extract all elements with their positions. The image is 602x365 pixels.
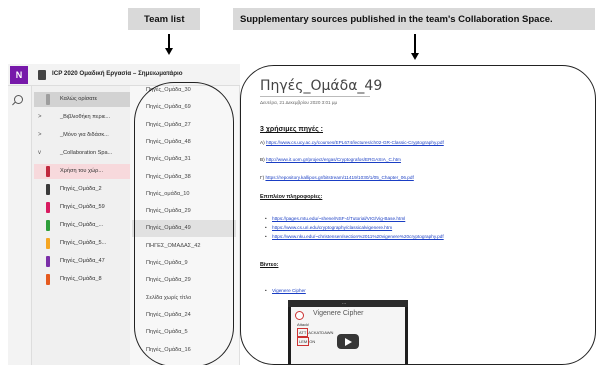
extra-link[interactable]: https://www.nku.edu/~christensen/section… <box>265 234 444 239</box>
page-item[interactable]: Πηγές_Ομάδα_16 <box>132 342 236 359</box>
page-item[interactable]: Πηγές_Ομάδα_5 <box>132 324 236 341</box>
page-item[interactable]: Πηγές_Ομάδα_30 <box>132 82 236 99</box>
section-label: Πηγές_Ομάδα_59 <box>60 204 105 210</box>
page-item[interactable]: Πηγές_Ομάδα_27 <box>132 117 236 134</box>
video-heading: Βίντεο: <box>260 262 279 268</box>
expand-chevron-icon[interactable]: v <box>38 146 41 161</box>
section-item[interactable]: > _Βιβλιοθήκη περιε... <box>34 110 130 125</box>
team-list-arrow-head <box>165 48 173 55</box>
video-link[interactable]: Vigenere Cipher <box>265 288 306 293</box>
section-item[interactable]: Πηγές_Ομάδα_2 <box>34 182 130 197</box>
page-item[interactable]: Πηγές_Ομάδα_48 <box>132 134 236 151</box>
search-icon[interactable] <box>14 95 23 104</box>
onenote-logo-icon[interactable]: N <box>10 66 28 84</box>
page-item[interactable]: Πηγές_Ομάδα_24 <box>132 307 236 324</box>
section-color-tab <box>46 220 50 231</box>
channel-logo-icon <box>295 311 304 320</box>
video-toolbar: ... <box>288 300 408 307</box>
section-color-tab <box>46 238 50 249</box>
section-label: _Collaboration Spa... <box>60 150 113 156</box>
page-item[interactable]: ΠΗΓΕΣ_ΟΜΑΔΑΣ_42 <box>132 238 236 255</box>
supplementary-annotation: Supplementary sources published in the t… <box>240 14 553 25</box>
video-title: Vigenere Cipher <box>313 310 364 317</box>
extra-info-heading: Επιπλέον πληροφορίες: <box>260 194 323 200</box>
page-item[interactable]: Πηγές_Ομάδα_49 <box>132 220 236 238</box>
section-color-tab <box>46 94 50 105</box>
page-item[interactable]: Πηγές_Ομάδα_69 <box>132 99 236 116</box>
section-label: Χρήση του χώρ... <box>60 168 103 174</box>
page-item[interactable]: Πηγές_Ομάδα_29 <box>132 203 236 220</box>
section-label: Πηγές_Ομάδα_5... <box>60 240 107 246</box>
embedded-video[interactable]: ... Vigenere Cipher Attack! ATT ACKATDAWN… <box>288 300 408 365</box>
page-item[interactable]: Πηγές_Ομάδα_29 <box>132 272 236 289</box>
page-item[interactable]: Πηγές_Ομάδα_38 <box>132 169 236 186</box>
supplementary-arrow <box>414 34 416 54</box>
section-color-tab <box>46 166 50 177</box>
section-label: Πηγές_Ομάδα_8 <box>60 276 102 282</box>
section-item[interactable]: Χρήση του χώρ... <box>34 164 130 179</box>
more-icon[interactable]: ... <box>342 300 346 306</box>
video-text-line: LEM ON <box>297 337 316 346</box>
video-text-line: Attack! <box>297 322 310 327</box>
page-list: Πηγές_Ομάδα_30 Πηγές_Ομάδα_69 Πηγές_Ομάδα_… <box>130 82 251 365</box>
section-label: Πηγές_Ομάδα_2 <box>60 186 102 192</box>
left-rail <box>8 86 32 365</box>
notebook-title[interactable]: ICP 2020 Ομαδική Εργασία – Σημειωματάριο <box>52 70 183 77</box>
section-color-tab <box>46 274 50 285</box>
section-label: Πηγές_Ομάδα_47 <box>60 258 105 264</box>
title-divider <box>260 96 370 97</box>
supplementary-arrow-head <box>411 53 419 60</box>
section-item[interactable]: Καλώς ορίσατε <box>34 92 130 107</box>
section-item[interactable]: > _Μόνο για διδάσκ... <box>34 128 130 143</box>
section-item[interactable]: v _Collaboration Spa... <box>34 146 130 161</box>
video-text-line: ATT ACKATDAWN <box>297 328 334 337</box>
section-label: Πηγές_Ομάδα_... <box>60 222 104 228</box>
expand-chevron-icon[interactable]: > <box>38 110 42 125</box>
notebook-icon <box>38 70 46 80</box>
video-thumbnail: Vigenere Cipher Attack! ATT ACKATDAWN LEM… <box>291 307 405 365</box>
useful-link-a: A) https://www.cs.ucy.ac.cy/courses/EPL6… <box>260 140 444 145</box>
useful-link-url[interactable]: https://repository.kallipos.gr/bitstream… <box>265 175 413 180</box>
section-item[interactable]: Πηγές_Ομάδα_59 <box>34 200 130 215</box>
play-icon[interactable] <box>337 334 359 349</box>
extra-link[interactable]: https://www.cs.uri.edu/cryptography/clas… <box>265 225 392 230</box>
team-list-arrow <box>168 34 170 49</box>
extra-link[interactable]: https://pages.mtu.edu/~shene/NSF-4/Tutor… <box>265 216 405 221</box>
section-label: _Μόνο για διδάσκ... <box>60 132 109 138</box>
page-date: Δευτέρα, 21 Δεκεμβρίου 2020 3:01 μμ <box>260 100 338 105</box>
section-label: Καλώς ορίσατε <box>60 96 98 102</box>
section-color-tab <box>46 256 50 267</box>
useful-link-url[interactable]: https://www.cs.ucy.ac.cy/courses/EPL674/… <box>266 140 444 145</box>
section-item[interactable]: Πηγές_Ομάδα_47 <box>34 254 130 269</box>
page-title[interactable]: Πηγές_Ομάδα_49 <box>260 78 382 94</box>
video-sample-text: Attack! ATT ACKATDAWN LEM ON <box>297 321 333 346</box>
onenote-window: N ICP 2020 Ομαδική Εργασία – Σημειωματάρ… <box>8 64 598 365</box>
expand-chevron-icon[interactable]: > <box>38 128 42 143</box>
section-item[interactable]: Πηγές_Ομάδα_8 <box>34 272 130 287</box>
section-color-tab <box>46 202 50 213</box>
useful-link-b: B) http://www.it.uom.gr/project/ergas/Cr… <box>260 157 401 162</box>
useful-sources-heading: 3 χρήσιμες πηγές : <box>260 126 323 133</box>
useful-link-url[interactable]: http://www.it.uom.gr/project/ergas/Crypt… <box>266 157 401 162</box>
page-item[interactable]: Πηγές_Ομάδα_31 <box>132 151 236 168</box>
section-item[interactable]: Πηγές_Ομάδα_... <box>34 218 130 233</box>
page-item[interactable]: Πηγές_Ομάδα_9 <box>132 255 236 272</box>
page-item[interactable]: Πηγές_ομάδα_10 <box>132 186 236 203</box>
team-list-annotation: Team list <box>144 14 185 25</box>
section-list: Καλώς ορίσατε > _Βιβλιοθήκη περιε... > _Μόνο… <box>32 86 130 365</box>
section-item[interactable]: Πηγές_Ομάδα_5... <box>34 236 130 251</box>
page-content[interactable]: Πηγές_Ομάδα_49 Δευτέρα, 21 Δεκεμβρίου 20… <box>240 64 598 365</box>
useful-link-c: Γ) https://repository.kallipos.gr/bitstr… <box>260 175 414 180</box>
section-color-tab <box>46 184 50 195</box>
page-item[interactable]: Σελίδα χωρίς τίτλο <box>132 290 236 307</box>
section-label: _Βιβλιοθήκη περιε... <box>60 114 111 120</box>
